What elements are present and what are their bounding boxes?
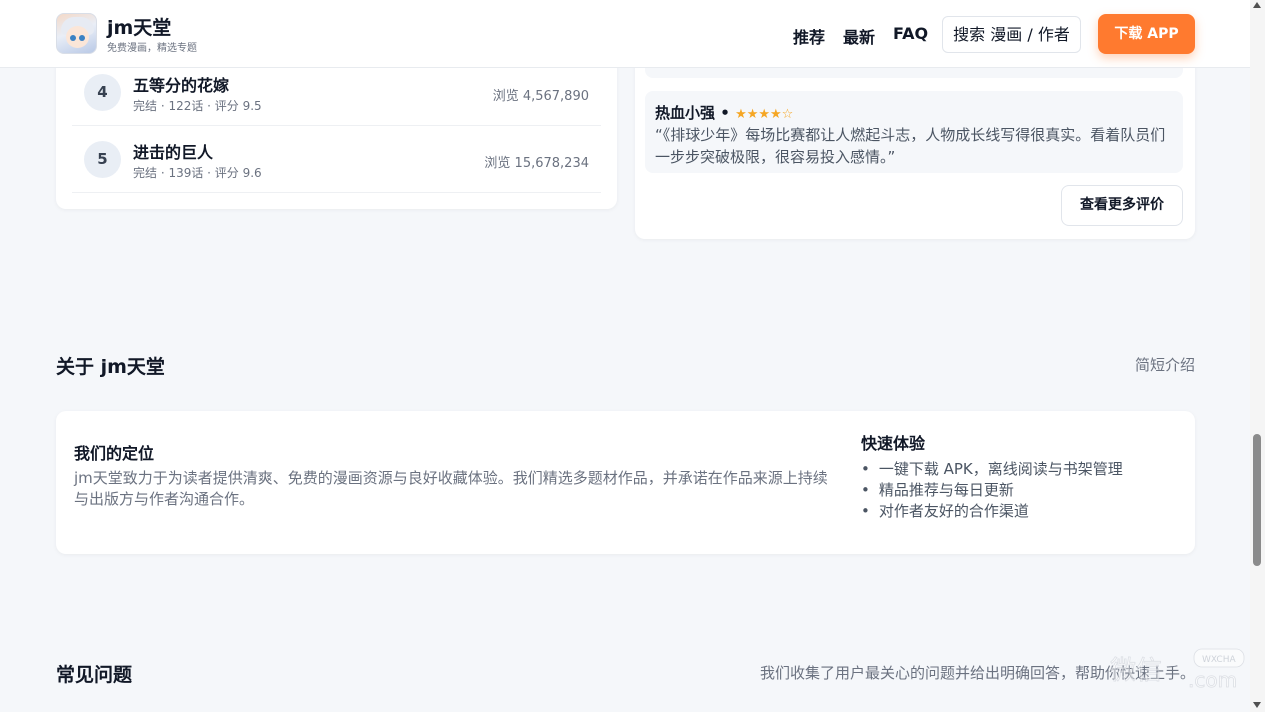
ranking-row[interactable]: 5 进击的巨人 完结 · 139话 · 评分 9.6 浏览 15,678,234 [72,127,601,193]
faq-section-title: 常见问题 [56,664,133,686]
reviews-card: 热血小强 • ★★★★☆ “《排球少年》每场比赛都让人燃起斗志，人物成长线写得很… [635,40,1195,239]
rank-number: 5 [84,141,121,178]
about-heading: 我们的定位 [74,444,155,463]
download-app-button[interactable]: 下载 APP [1098,14,1195,54]
review-separator: • [720,104,736,122]
review-text: “《排球少年》每场比赛都让人燃起斗志，人物成长线写得很真实。看着队员们一步步突破… [655,126,1166,166]
faq-section-note: 我们收集了用户最关心的问题并给出明确回答，帮助你快速上手。 [759,664,1195,682]
about-paragraph: jm天堂致力于为读者提供清爽、免费的漫画资源与良好收藏体验。我们精选多题材作品，… [74,469,828,508]
rank-number: 4 [84,74,121,111]
nav-recommend[interactable]: 推荐 [793,24,825,48]
quick-experience-list: 一键下载 APK，离线阅读与书架管理 精品推荐与每日更新 对作者友好的合作渠道 [861,459,1123,522]
about-section-title: 关于 jm天堂 [56,356,165,378]
watermark-badge: WXCHA [1202,655,1236,665]
top-header: jm天堂 免费漫画，精选专题 推荐 最新 FAQ 搜索 漫画 / 作者 下载 A… [0,0,1250,68]
review-header: 热血小强 • ★★★★☆ [655,102,1173,123]
list-item: 一键下载 APK，离线阅读与书架管理 [861,459,1123,480]
rank-title[interactable]: 进击的巨人 [133,139,213,163]
search-button[interactable]: 搜索 漫画 / 作者 [942,16,1081,53]
review-user: 热血小强 [655,104,716,122]
scroll-up-arrow-icon[interactable] [1253,2,1261,8]
rank-meta: 完结 · 122话 · 评分 9.5 [133,99,262,113]
nav-latest[interactable]: 最新 [843,24,875,48]
brand-title[interactable]: jm天堂 [107,13,171,40]
rank-title[interactable]: 五等分的花嫁 [133,72,229,96]
scrollbar-thumb[interactable] [1253,434,1261,566]
star-rating-icon: ★★★★☆ [735,107,794,122]
page-scrollbar[interactable] [1250,0,1265,712]
rank-views: 浏览 15,678,234 [484,156,589,171]
rank-meta: 完结 · 139话 · 评分 9.6 [133,166,262,180]
watermark-badge-bg [1193,648,1245,668]
brand-logo[interactable] [56,13,97,54]
about-section-note: 简短介绍 [1134,356,1195,374]
logo-eye-left [70,35,76,41]
more-reviews-button[interactable]: 查看更多评价 [1061,185,1183,226]
list-item: 对作者友好的合作渠道 [861,501,1123,522]
brand-subtitle: 免费漫画，精选专题 [107,43,197,54]
logo-eye-right [79,35,85,41]
list-item: 精品推荐与每日更新 [861,480,1123,501]
about-card: 我们的定位 jm天堂致力于为读者提供清爽、免费的漫画资源与良好收藏体验。我们精选… [56,411,1195,554]
scroll-down-arrow-icon[interactable] [1253,702,1261,708]
watermark-suffix: .com [1188,668,1237,692]
nav-faq[interactable]: FAQ [893,24,928,43]
review-item: 热血小强 • ★★★★☆ “《排球少年》每场比赛都让人燃起斗志，人物成长线写得很… [645,91,1183,173]
rank-views: 浏览 4,567,890 [492,89,589,104]
ranking-row[interactable]: 4 五等分的花嫁 完结 · 122话 · 评分 9.5 浏览 4,567,890 [72,60,601,126]
quick-experience-title: 快速体验 [861,434,926,453]
